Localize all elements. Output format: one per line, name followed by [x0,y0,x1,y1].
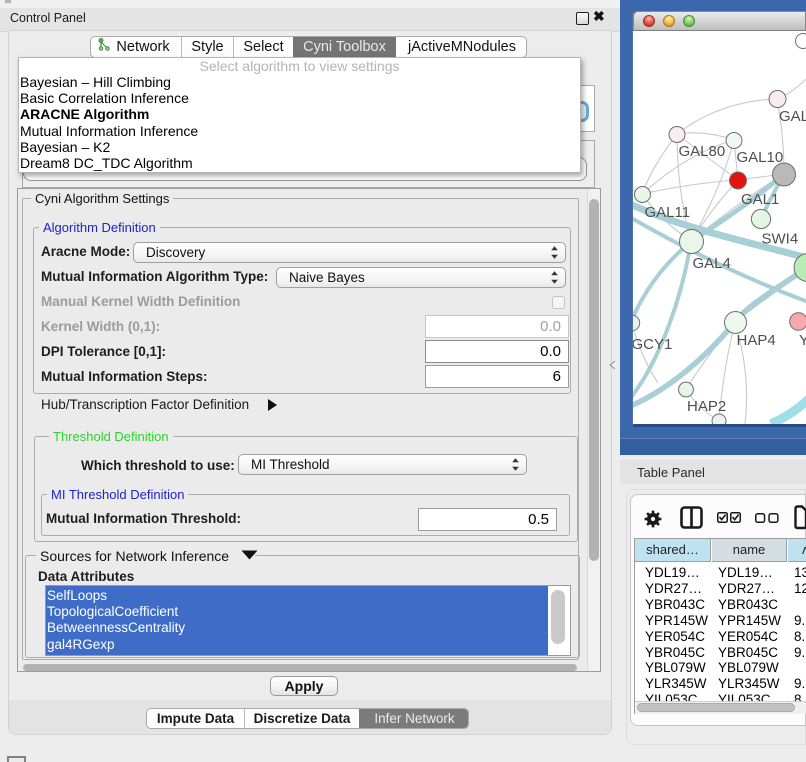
svg-text:HAP4: HAP4 [737,332,776,349]
svg-text:HAP2: HAP2 [687,398,726,415]
svg-text:Y: Y [799,332,806,349]
svg-text:GAL11: GAL11 [645,204,691,221]
svg-text:GAL1: GAL1 [741,191,779,208]
svg-text:GAL80: GAL80 [679,143,726,160]
svg-text:GCY1: GCY1 [633,336,672,353]
svg-text:SWI4: SWI4 [762,231,799,248]
svg-text:GAL10: GAL10 [737,149,784,166]
svg-text:GAL: GAL [779,108,806,125]
svg-text:GAL4: GAL4 [693,255,731,272]
